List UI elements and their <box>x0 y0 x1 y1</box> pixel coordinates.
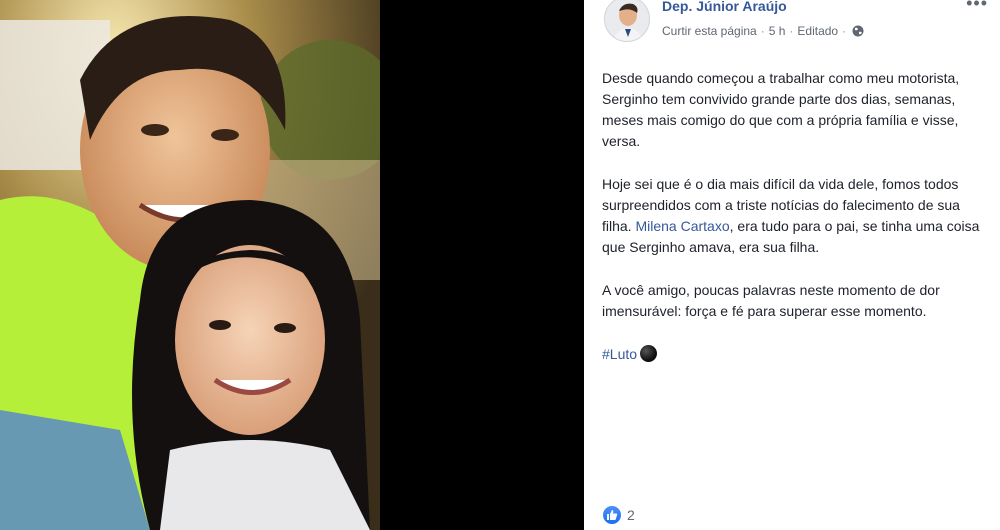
meta-separator-2: · <box>789 24 794 38</box>
edited-label[interactable]: Editado <box>797 24 838 38</box>
post-panel: Dep. Júnior Araújo Curtir esta página · … <box>584 0 1000 530</box>
hashtag-link[interactable]: #Luto <box>602 346 637 362</box>
post-photo-viewer[interactable] <box>0 0 584 530</box>
post-body: Desde quando começou a trabalhar como me… <box>602 68 992 387</box>
like-page-link[interactable]: Curtir esta página <box>662 24 757 38</box>
post-meta: Curtir esta página · 5 h · Editado · <box>662 24 864 38</box>
hashtag-line: #Luto <box>602 344 992 365</box>
post-paragraph-1: Desde quando começou a trabalhar como me… <box>602 70 960 149</box>
post-header: Dep. Júnior Araújo Curtir esta página · … <box>602 0 992 44</box>
post-time[interactable]: 5 h <box>769 24 786 38</box>
more-options-icon[interactable]: ••• <box>966 0 988 12</box>
reaction-count[interactable]: 2 <box>627 507 635 523</box>
reactions-bar[interactable]: 2 <box>602 505 635 525</box>
author-name[interactable]: Dep. Júnior Araújo <box>662 0 787 14</box>
black-circle-emoji <box>640 345 658 362</box>
selfie-photo-image <box>0 0 380 530</box>
post-photo[interactable] <box>0 0 380 530</box>
meta-separator: · <box>760 24 765 38</box>
author-avatar[interactable] <box>604 0 650 42</box>
like-reaction-icon[interactable] <box>602 505 622 525</box>
mention-link[interactable]: Milena Cartaxo <box>635 218 729 234</box>
post-paragraph-2: Hoje sei que é o dia mais difícil da vid… <box>602 174 992 258</box>
post-paragraph-3: A você amigo, poucas palavras neste mome… <box>602 282 940 319</box>
meta-separator-3: · <box>842 24 847 38</box>
globe-icon[interactable] <box>852 25 864 37</box>
